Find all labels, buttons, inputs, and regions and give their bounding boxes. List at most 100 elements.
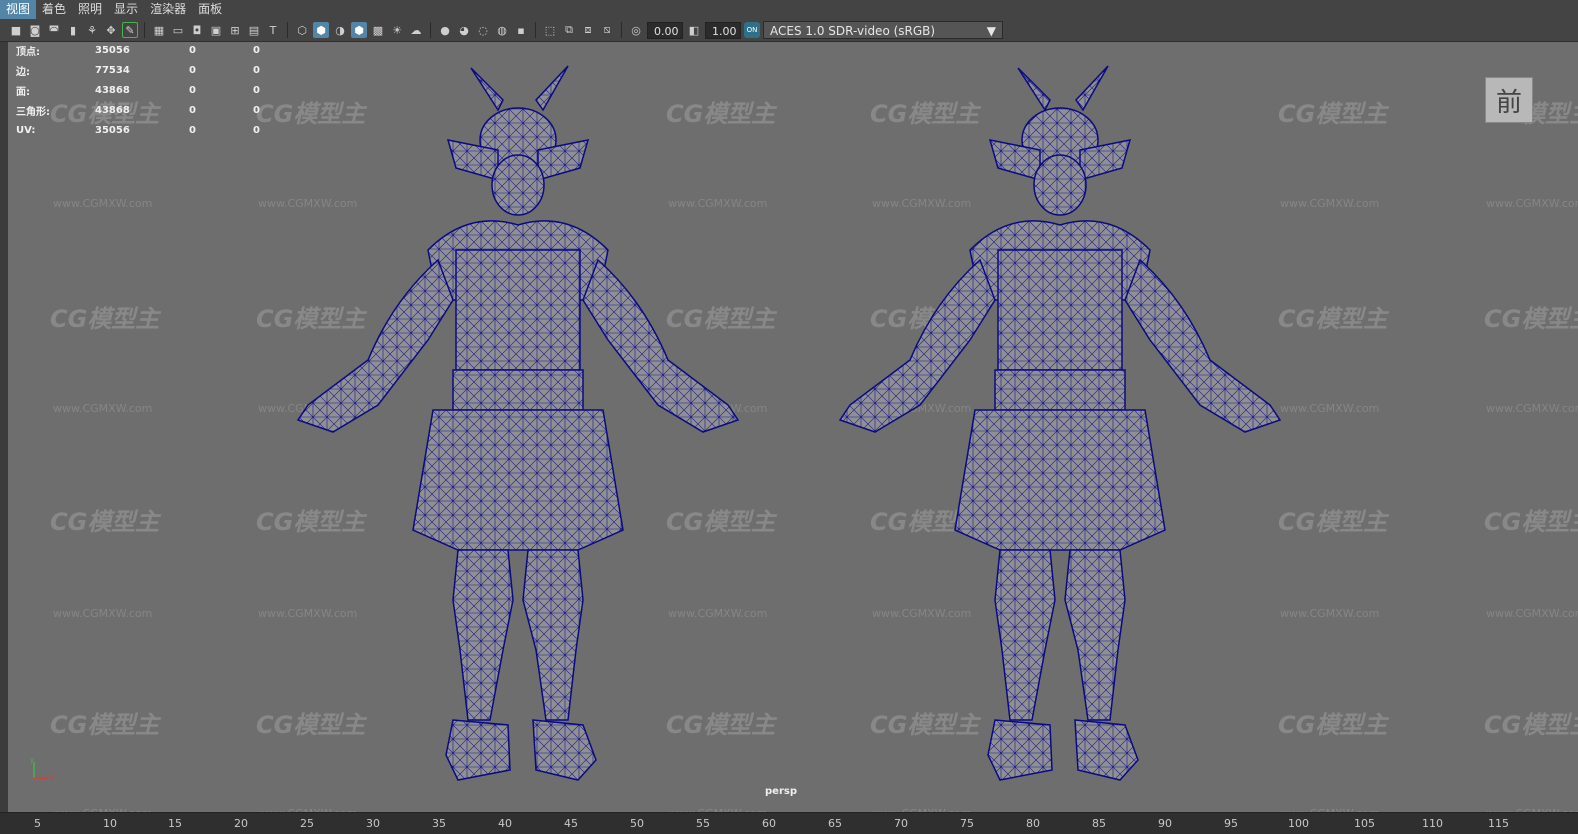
hud-label: 边: [16,66,30,78]
samurai-model-right[interactable] [798,60,1308,790]
ruler-tick-label: 10 [103,817,117,830]
wireframe-on-shaded-icon[interactable]: ⬢ [351,22,367,38]
default-material-icon[interactable]: ◑ [332,22,348,38]
smooth-shade-icon[interactable]: ⬢ [313,22,329,38]
view-cube[interactable]: 前 [1485,77,1533,123]
axis-gizmo-icon: y x [30,756,53,782]
viewport-frame [0,42,8,812]
watermark-logo: CG模型主 [50,305,160,333]
hud-label: UV: [16,124,36,136]
image-plane-icon[interactable]: ⚘ [84,22,100,38]
ruler-tick-label: 60 [762,817,776,830]
axis-x-label: x [49,774,53,782]
ruler-tick-label: 50 [630,817,644,830]
menu-lighting[interactable]: 照明 [72,0,108,19]
ruler-tick-label: 45 [564,817,578,830]
menu-shading[interactable]: 着色 [36,0,72,19]
ruler-tick-label: 15 [168,817,182,830]
hud-value: 0 [189,104,196,116]
watermark-logo: CG模型主 [50,508,160,536]
watermark-url: www.CGMXW.com [872,807,971,812]
field-chart-icon[interactable]: ⊞ [227,22,243,38]
hud-label: 面: [16,86,30,98]
hud-value: 0 [253,124,260,136]
resolution-gate-icon[interactable]: ◘ [189,22,205,38]
gamma-field[interactable]: 1.00 [705,21,741,39]
watermark-url: www.CGMXW.com [53,197,153,210]
menu-panels[interactable]: 面板 [192,0,228,19]
safe-action-icon[interactable]: ▤ [246,22,262,38]
camera-name-label: persp [765,786,797,797]
wireframe-icon[interactable]: ⬡ [294,22,310,38]
hud-value: 43868 [95,104,130,116]
xray-icon[interactable]: ⬚ [542,22,558,38]
hud-label: 顶点: [16,46,40,58]
ruler-tick-label: 115 [1488,817,1509,830]
chevron-down-icon: ▼ [986,24,996,38]
gamma-icon[interactable]: ◧ [686,22,702,38]
menu-show[interactable]: 显示 [108,0,144,19]
hud-value: 0 [253,104,260,116]
isolate-select-icon[interactable]: ▪ [513,22,529,38]
ruler-tick-label: 65 [828,817,842,830]
hud-value: 0 [189,44,196,56]
screen-space-ao-icon[interactable]: ● [437,22,453,38]
hud-value: 0 [253,84,260,96]
ruler-tick-label: 85 [1092,817,1106,830]
grid-icon[interactable]: ▦ [151,22,167,38]
3d-viewport[interactable]: CG模型主 CG模型主 CG模型主 CG模型主 CG模型主 CG模型主 www.… [8,42,1578,812]
menu-renderer[interactable]: 渲染器 [144,0,192,19]
axis-y-label: y [30,756,34,764]
samurai-model-left[interactable] [278,60,788,790]
xray-active-icon[interactable]: ⧈ [580,22,596,38]
gate-mask-icon[interactable]: ▣ [208,22,224,38]
hud-row-vertices: 顶点: 35056 0 0 [16,40,293,60]
watermark-url: www.CGMXW.com [1486,607,1578,620]
hud-row-edges: 边: 77534 0 0 [16,60,293,80]
2d-pan-zoom-icon[interactable]: ✥ [103,22,119,38]
watermark-url: www.CGMXW.com [1280,807,1379,812]
film-gate-icon[interactable]: ▭ [170,22,186,38]
ruler-tick-label: 80 [1026,817,1040,830]
camera-attributes-icon[interactable]: ◙ [27,22,43,38]
color-management-icon[interactable]: ON [744,22,760,38]
backface-culling-icon[interactable]: ⧅ [599,22,615,38]
motion-blur-icon[interactable]: ◕ [456,22,472,38]
exposure-field[interactable]: 0.00 [647,21,683,39]
menu-view[interactable]: 视图 [0,0,37,19]
grease-pencil-icon[interactable]: ✎ [122,22,138,38]
toolbar-separator [430,22,431,38]
shadows-icon[interactable]: ☁ [408,22,424,38]
lights-icon[interactable]: ☀ [389,22,405,38]
ruler-tick-label: 90 [1158,817,1172,830]
hud-value: 0 [253,44,260,56]
watermark-url: www.CGMXW.com [1486,807,1578,812]
view-transform-dropdown[interactable]: ACES 1.0 SDR-video (sRGB) ▼ [763,21,1003,39]
safe-title-icon[interactable]: T [265,22,281,38]
xray-joints-icon[interactable]: ⧉ [561,22,577,38]
hud-label: 三角形: [16,106,50,118]
bookmark-camera-icon[interactable]: ◚ [46,22,62,38]
anti-aliasing-icon[interactable]: ◌ [475,22,491,38]
hud-row-faces: 面: 43868 0 0 [16,80,293,100]
bookmark-icon[interactable]: ▮ [65,22,81,38]
panel-menu-bar: 视图 着色 照明 显示 渲染器 面板 [0,0,1578,19]
hud-value: 35056 [95,44,130,56]
ruler-tick-label: 40 [498,817,512,830]
textured-icon[interactable]: ▩ [370,22,386,38]
time-slider[interactable]: 5 10 15 20 25 30 35 40 45 50 55 60 65 70… [0,812,1578,834]
hud-row-triangles: 三角形: 43868 0 0 [16,100,293,120]
depth-of-field-icon[interactable]: ◍ [494,22,510,38]
watermark-logo: CG模型主 [1484,508,1578,536]
ruler-tick-label: 105 [1354,817,1375,830]
hud-value: 0 [253,64,260,76]
heads-up-poly-count: 顶点: 35056 0 0 边: 77534 0 0 面: 43868 0 0 … [16,40,293,140]
ruler-tick-label: 20 [234,817,248,830]
hud-value: 35056 [95,124,130,136]
exposure-icon[interactable]: ◎ [628,22,644,38]
view-transform-value: ACES 1.0 SDR-video (sRGB) [770,24,936,38]
watermark-url: www.CGMXW.com [53,807,152,812]
select-camera-icon[interactable]: ■ [8,22,24,38]
watermark-logo: CG模型主 [1484,711,1578,739]
watermark-logo: CG模型主 [1484,305,1578,333]
